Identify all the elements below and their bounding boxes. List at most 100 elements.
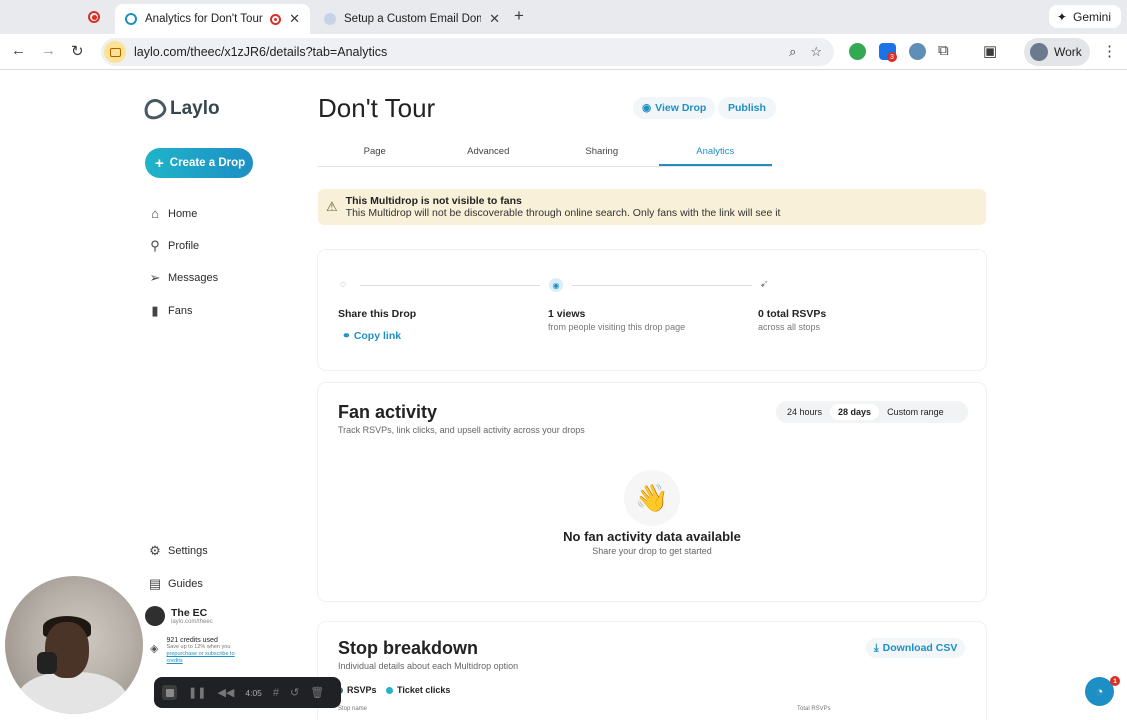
- legend-ticket-clicks: Ticket clicks: [386, 685, 450, 695]
- views-stat: 1 views from people visiting this drop p…: [548, 308, 685, 332]
- cursor-click-icon: ➹: [760, 279, 769, 290]
- address-bar[interactable]: laylo.com/theec/x1zJR6/details?tab=Analy…: [101, 38, 834, 66]
- browser-toolbar: ← → ↻ laylo.com/theec/x1zJR6/details?tab…: [0, 34, 1127, 70]
- avatar: [145, 606, 165, 626]
- grid-icon[interactable]: #: [273, 687, 279, 699]
- time-range-selector: 24 hours 28 days Custom range: [776, 401, 968, 423]
- tab-page[interactable]: Page: [318, 141, 432, 166]
- views-title: 1 views: [548, 308, 586, 320]
- download-csv-button[interactable]: ⤓ Download CSV: [866, 638, 966, 658]
- logo-text: Laylo: [170, 98, 220, 119]
- create-drop-label: Create a Drop: [169, 157, 246, 169]
- download-icon: ⤓: [874, 641, 879, 654]
- fan-activity-subtitle: Track RSVPs, link clicks, and upsell act…: [338, 425, 585, 435]
- webcam-overlay: [5, 576, 143, 714]
- browser-tab-analytics[interactable]: Analytics for Don't Tour - ✕: [115, 4, 310, 34]
- rewind-icon[interactable]: ◀◀: [217, 686, 234, 699]
- share-title: Share this Drop: [338, 308, 417, 320]
- close-tab-icon[interactable]: ✕: [489, 11, 500, 27]
- back-arrow-icon[interactable]: ←: [11, 42, 26, 59]
- profile-avatar: [1030, 43, 1048, 61]
- sidebar-item-home[interactable]: ⌂ Home: [148, 206, 197, 221]
- fan-activity-card: Fan activity Track RSVPs, link clicks, a…: [318, 383, 986, 601]
- profile-label: Work: [1054, 45, 1082, 59]
- range-24-hours[interactable]: 24 hours: [779, 404, 830, 420]
- reload-icon[interactable]: ↻: [71, 42, 84, 60]
- sidebar-item-profile[interactable]: ⚲ Profile: [148, 238, 199, 254]
- eye-icon: ◉: [642, 102, 652, 114]
- progress-line: [360, 285, 540, 286]
- download-csv-label: Download CSV: [882, 642, 958, 654]
- credits-panel: ◈ 921 credits used Save up to 12% when y…: [150, 637, 250, 665]
- book-icon: ▤: [148, 576, 162, 591]
- url-text[interactable]: laylo.com/theec/x1zJR6/details?tab=Analy…: [134, 45, 789, 59]
- page-title: Don't Tour: [318, 93, 436, 123]
- range-28-days[interactable]: 28 days: [830, 404, 880, 420]
- recording-controls: ❚❚ ◀◀ 4:05 # ↺ 🗑: [154, 677, 341, 708]
- copy-link-button[interactable]: ⚭ Copy link: [342, 330, 401, 342]
- gemini-button[interactable]: ✦ Gemini: [1048, 5, 1121, 28]
- tab-sharing[interactable]: Sharing: [545, 141, 659, 166]
- link-icon: ⚭: [342, 330, 351, 342]
- sidebar-item-label: Messages: [168, 272, 219, 284]
- browser-tab-email-domain[interactable]: Setup a Custom Email Domain ✕: [314, 4, 510, 34]
- tab-analytics[interactable]: Analytics: [658, 141, 772, 166]
- sidebar-item-fans[interactable]: ▮ Fans: [148, 303, 192, 319]
- site-camera-icon[interactable]: [104, 41, 126, 63]
- share-stat: Share this Drop: [338, 308, 416, 320]
- rsvps-title: 0 total RSVPs: [758, 308, 827, 320]
- extensions-puzzle-icon[interactable]: ⧉: [938, 42, 949, 59]
- credits-note: Save up to 12% when you prepurchase or s…: [166, 644, 250, 665]
- trash-icon[interactable]: 🗑: [310, 686, 324, 699]
- user-name: The EC: [171, 607, 208, 619]
- browser-tabstrip: Analytics for Don't Tour - ✕ Setup a Cus…: [0, 0, 1127, 34]
- credits-link[interactable]: prepurchase or subscribe to credits: [166, 651, 234, 664]
- waving-hand-icon: 👋: [624, 470, 680, 526]
- chat-bubble-icon: ◔: [1095, 684, 1104, 699]
- sidebar-item-guides[interactable]: ▤ Guides: [148, 576, 203, 592]
- stop-recording-icon[interactable]: [162, 685, 177, 700]
- user-card[interactable]: The EC laylo.com/theec: [145, 602, 259, 630]
- tab-advanced[interactable]: Advanced: [432, 141, 546, 166]
- view-drop-label: View Drop: [655, 102, 707, 114]
- gear-icon: ⚙: [149, 543, 161, 558]
- laylo-favicon-icon: [125, 13, 137, 25]
- recording-indicator-icon[interactable]: [86, 9, 102, 25]
- check-circle-icon: ◌: [340, 279, 346, 290]
- sidebar-item-label: Profile: [168, 240, 200, 252]
- pause-icon[interactable]: ❚❚: [188, 686, 206, 699]
- drop-stats-card: ◌ ◉ ➹ Share this Drop ⚭ Copy link 1 view…: [318, 250, 986, 370]
- rsvps-sub: across all stops: [758, 322, 821, 332]
- extension-at-icon[interactable]: [909, 43, 926, 60]
- range-custom[interactable]: Custom range: [879, 404, 952, 420]
- publish-button[interactable]: Publish: [718, 97, 776, 119]
- home-icon: ⌂: [151, 206, 159, 221]
- restart-icon[interactable]: ↺: [290, 686, 299, 699]
- view-drop-button[interactable]: ◉ View Drop: [633, 97, 716, 119]
- extension-badge: 3: [887, 52, 897, 62]
- chat-notification-badge: 1: [1110, 676, 1120, 686]
- sidebar-item-settings[interactable]: ⚙ Settings: [148, 543, 208, 559]
- stop-breakdown-subtitle: Individual details about each Multidrop …: [338, 661, 519, 671]
- banner-text: This Multidrop will not be discoverable …: [345, 207, 781, 219]
- tab-title: Analytics for Don't Tour -: [145, 13, 265, 25]
- browser-menu-icon[interactable]: ⋮: [1102, 42, 1117, 60]
- create-drop-button[interactable]: + Create a Drop: [145, 148, 253, 178]
- empty-state-subtitle: Share your drop to get started: [592, 546, 712, 556]
- new-tab-icon[interactable]: +: [514, 6, 524, 26]
- profile-button[interactable]: Work: [1024, 38, 1090, 66]
- extension-green-icon[interactable]: [849, 43, 866, 60]
- copy-link-label: Copy link: [353, 330, 402, 342]
- drop-tabs: Page Advanced Sharing Analytics: [318, 141, 772, 167]
- forward-arrow-icon[interactable]: →: [41, 42, 56, 59]
- zoom-search-icon[interactable]: ⌕: [789, 44, 796, 60]
- close-tab-icon[interactable]: ✕: [289, 11, 300, 27]
- laylo-logo[interactable]: Laylo: [141, 95, 220, 123]
- tab-search-icon[interactable]: ▣: [983, 42, 997, 60]
- credits-eye-icon: ◈: [150, 643, 159, 655]
- user-url: laylo.com/theec: [171, 619, 213, 625]
- sidebar-item-messages[interactable]: ➢ Messages: [148, 270, 219, 286]
- bookmark-star-icon[interactable]: ☆: [810, 44, 822, 60]
- stop-breakdown-title: Stop breakdown: [338, 638, 479, 658]
- gemini-label: Gemini: [1072, 9, 1111, 24]
